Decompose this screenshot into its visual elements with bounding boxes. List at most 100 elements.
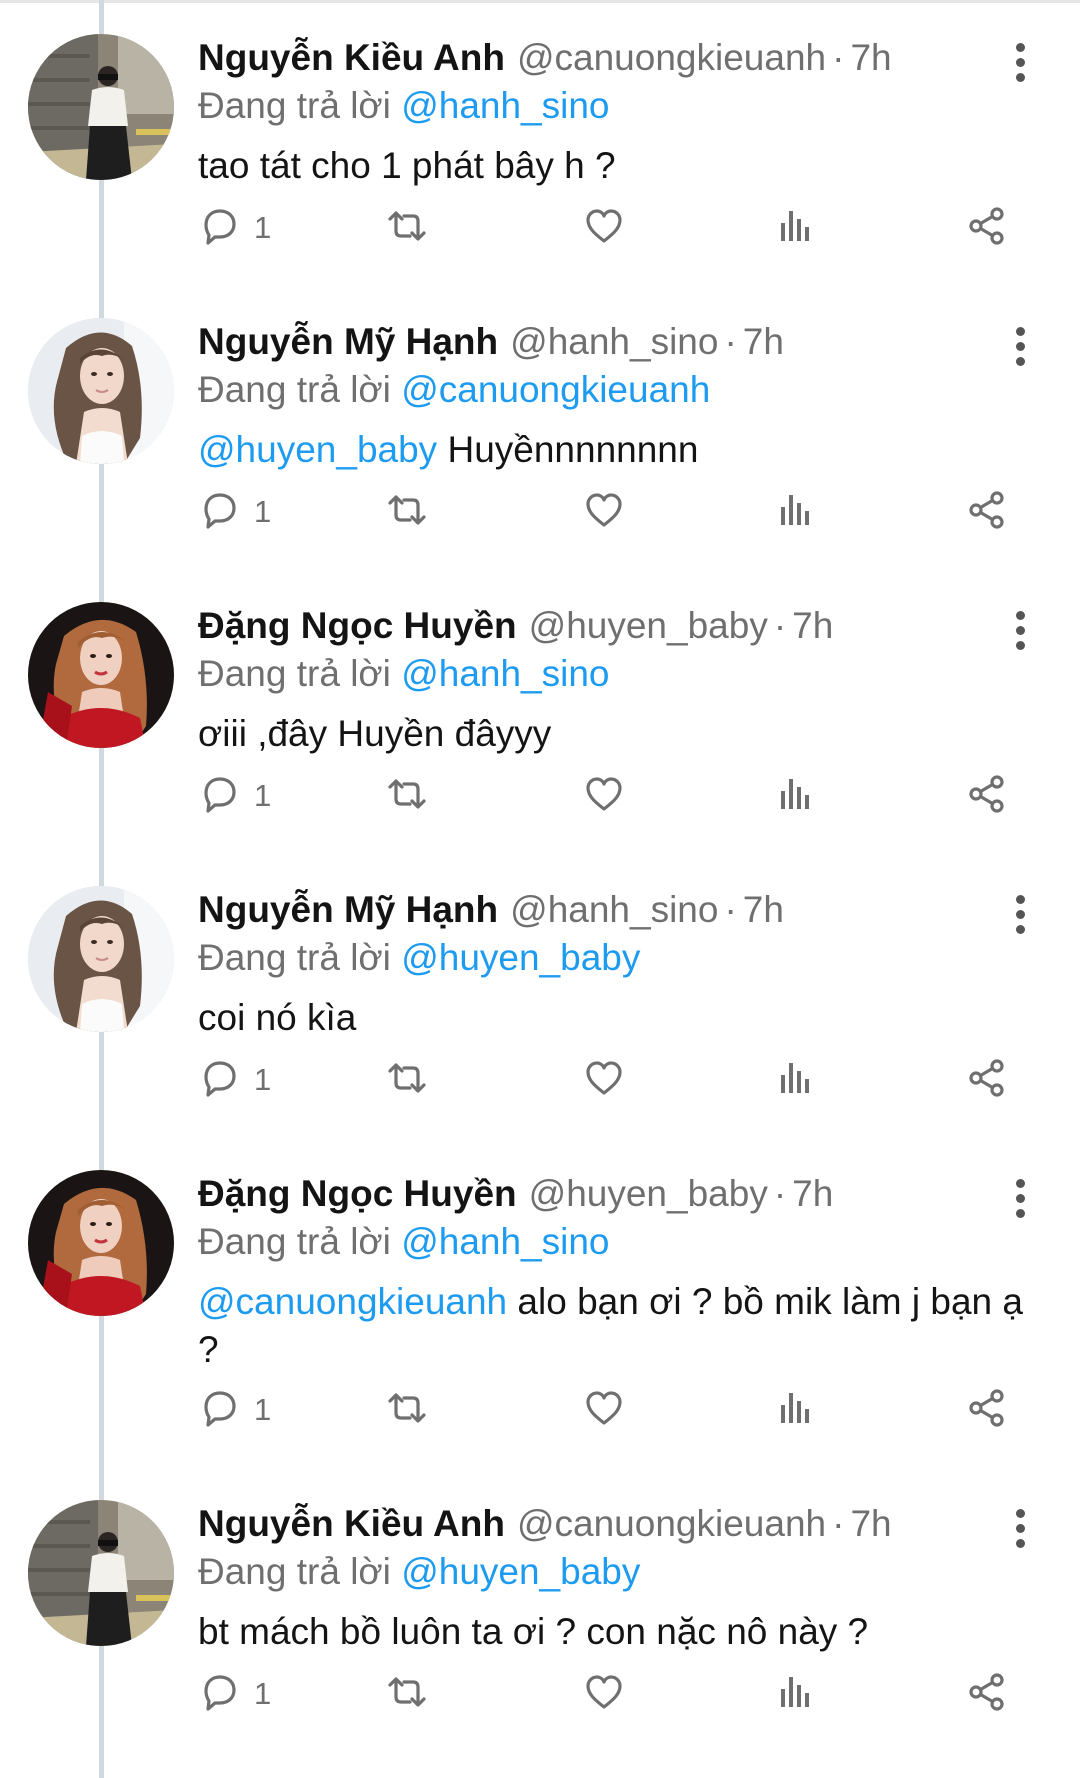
replying-to-mention[interactable]: @hanh_sino (401, 85, 609, 126)
timestamp[interactable]: 7h (792, 605, 833, 646)
avatar[interactable] (28, 1170, 174, 1316)
display-name[interactable]: Nguyễn Kiều Anh (198, 1503, 505, 1544)
share-icon (966, 1671, 1008, 1718)
like-button[interactable] (583, 1054, 625, 1106)
display-name[interactable]: Đặng Ngọc Huyền (198, 1173, 517, 1214)
replying-to: Đang trả lời @canuongkieuanh (198, 364, 710, 416)
avatar[interactable] (28, 34, 174, 180)
like-icon (583, 1057, 625, 1104)
user-handle[interactable]: @huyen_baby (529, 1173, 768, 1214)
retweet-button[interactable] (386, 1668, 428, 1720)
views-button[interactable] (775, 770, 817, 822)
user-handle[interactable]: @hanh_sino (510, 321, 718, 362)
views-button[interactable] (775, 486, 817, 538)
timestamp[interactable]: 7h (792, 1173, 833, 1214)
share-button[interactable] (966, 770, 1008, 822)
retweet-button[interactable] (386, 1384, 428, 1436)
replying-to-label: Đang trả lời (198, 369, 391, 410)
retweet-button[interactable] (386, 1054, 428, 1106)
views-button[interactable] (775, 1384, 817, 1436)
more-options-icon[interactable] (1005, 324, 1035, 370)
share-icon (966, 773, 1008, 820)
share-button[interactable] (966, 1384, 1008, 1436)
display-name[interactable]: Nguyễn Mỹ Hạnh (198, 889, 498, 930)
separator-dot: · (773, 1173, 787, 1214)
tweet-header: Nguyễn Mỹ Hạnh @hanh_sino · 7h (198, 882, 784, 938)
action-bar: 1 (198, 1668, 1018, 1720)
timestamp[interactable]: 7h (850, 37, 891, 78)
reply-count: 1 (254, 1392, 272, 1427)
like-button[interactable] (583, 202, 625, 254)
retweet-button[interactable] (386, 486, 428, 538)
views-icon (775, 205, 817, 252)
replying-to: Đang trả lời @hanh_sino (198, 648, 610, 700)
reply-button[interactable]: 1 (198, 1384, 271, 1436)
share-button[interactable] (966, 1054, 1008, 1106)
display-name[interactable]: Nguyễn Kiều Anh (198, 37, 505, 78)
more-options-icon[interactable] (1005, 892, 1035, 938)
replying-to-label: Đang trả lời (198, 85, 391, 126)
display-name[interactable]: Đặng Ngọc Huyền (198, 605, 517, 646)
tweet-header: Nguyễn Kiều Anh @canuongkieuanh · 7h (198, 30, 892, 86)
views-icon (775, 1387, 817, 1434)
separator-dot: · (724, 321, 737, 362)
replying-to-label: Đang trả lời (198, 1221, 391, 1262)
user-handle[interactable]: @canuongkieuanh (517, 1503, 826, 1544)
timestamp[interactable]: 7h (743, 321, 784, 362)
replying-to-label: Đang trả lời (198, 653, 391, 694)
tweet-header: Nguyễn Mỹ Hạnh @hanh_sino · 7h (198, 314, 784, 370)
reply-button[interactable]: 1 (198, 1054, 271, 1106)
more-options-icon[interactable] (1005, 608, 1035, 654)
avatar[interactable] (28, 1500, 174, 1646)
like-button[interactable] (583, 1668, 625, 1720)
share-button[interactable] (966, 202, 1008, 254)
views-button[interactable] (775, 1668, 817, 1720)
reply-icon (198, 773, 240, 820)
share-button[interactable] (966, 486, 1008, 538)
views-icon (775, 1057, 817, 1104)
text-content: coi nó kìa (198, 997, 357, 1038)
replying-to-mention[interactable]: @hanh_sino (401, 653, 609, 694)
views-icon (775, 1671, 817, 1718)
avatar[interactable] (28, 318, 174, 464)
more-options-icon[interactable] (1005, 1176, 1035, 1222)
views-button[interactable] (775, 1054, 817, 1106)
avatar[interactable] (28, 886, 174, 1032)
text-mention[interactable]: @huyen_baby (198, 429, 437, 470)
retweet-icon (386, 773, 428, 820)
replying-to-mention[interactable]: @canuongkieuanh (401, 369, 710, 410)
display-name[interactable]: Nguyễn Mỹ Hạnh (198, 321, 498, 362)
share-button[interactable] (966, 1668, 1008, 1720)
timestamp[interactable]: 7h (850, 1503, 891, 1544)
replying-to-label: Đang trả lời (198, 937, 391, 978)
separator-dot: · (832, 37, 845, 78)
replying-to-mention[interactable]: @huyen_baby (401, 1551, 640, 1592)
text-mention[interactable]: @canuongkieuanh (198, 1281, 507, 1322)
retweet-button[interactable] (386, 770, 428, 822)
like-button[interactable] (583, 770, 625, 822)
reply-button[interactable]: 1 (198, 202, 271, 254)
more-options-icon[interactable] (1005, 40, 1035, 86)
views-icon (775, 489, 817, 536)
user-handle[interactable]: @canuongkieuanh (517, 37, 826, 78)
text-content: ơiii ,đây Huyền đâyyy (198, 713, 552, 754)
reply-button[interactable]: 1 (198, 770, 271, 822)
user-handle[interactable]: @hanh_sino (510, 889, 718, 930)
avatar[interactable] (28, 602, 174, 748)
reply-button[interactable]: 1 (198, 1668, 271, 1720)
timestamp[interactable]: 7h (743, 889, 784, 930)
views-icon (775, 773, 817, 820)
replying-to-mention[interactable]: @huyen_baby (401, 937, 640, 978)
user-handle[interactable]: @huyen_baby (529, 605, 768, 646)
like-button[interactable] (583, 1384, 625, 1436)
reply-button[interactable]: 1 (198, 486, 271, 538)
action-bar: 1 (198, 486, 1018, 538)
like-button[interactable] (583, 486, 625, 538)
replying-to: Đang trả lời @hanh_sino (198, 1216, 610, 1268)
more-options-icon[interactable] (1005, 1506, 1035, 1552)
action-bar: 1 (198, 770, 1018, 822)
replying-to-mention[interactable]: @hanh_sino (401, 1221, 609, 1262)
retweet-button[interactable] (386, 202, 428, 254)
views-button[interactable] (775, 202, 817, 254)
replying-to: Đang trả lời @huyen_baby (198, 932, 640, 984)
